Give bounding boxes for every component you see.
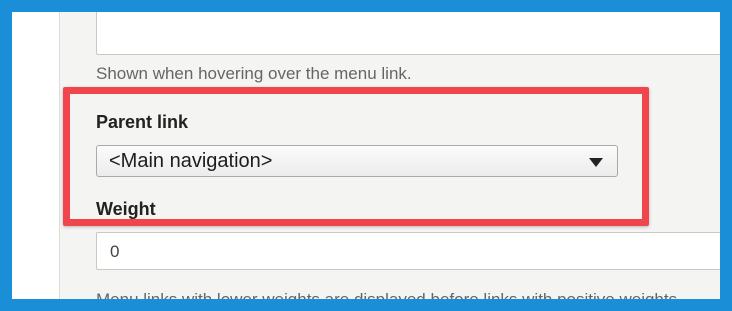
weight-input-value: 0 [110,242,120,261]
menu-link-description-field[interactable] [96,12,720,55]
screenshot-frame: Shown when hovering over the menu link. … [12,12,720,299]
menu-link-description-help: Shown when hovering over the menu link. [96,64,412,83]
weight-description: Menu links with lower weights are displa… [96,290,682,299]
parent-link-highlight-box [63,87,649,226]
weight-input[interactable]: 0 [96,232,720,270]
